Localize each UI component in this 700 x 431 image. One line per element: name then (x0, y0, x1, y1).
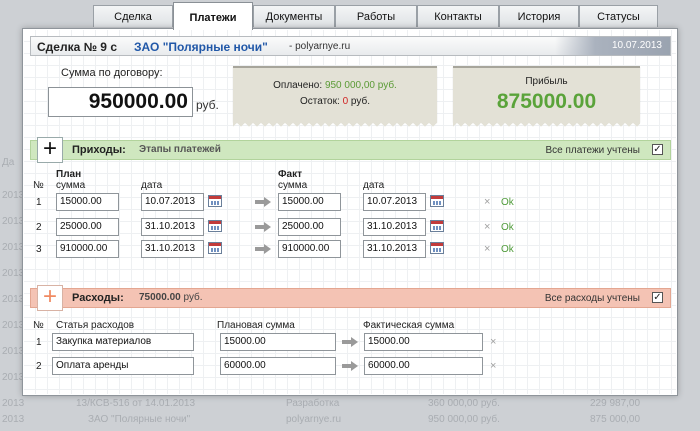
calendar-icon[interactable] (208, 220, 222, 232)
plan-date-input[interactable]: 10.07.2013 (141, 193, 204, 211)
income-title: Приходы: (72, 144, 126, 156)
tab-history[interactable]: История (499, 5, 579, 27)
profit-label: Прибыль (525, 76, 568, 87)
add-expense-button[interactable]: + (37, 285, 63, 311)
tab-contacts[interactable]: Контакты (417, 5, 499, 27)
paid-value: 950 000,00 руб. (324, 80, 397, 91)
actual-sum-header: Фактическая сумма (363, 320, 455, 331)
fact-sum-header: сумма (278, 180, 308, 191)
add-income-button[interactable]: + (37, 137, 63, 163)
contract-sum-label: Сумма по договору: (61, 67, 163, 79)
calendar-icon[interactable] (430, 195, 444, 207)
plan-date-input[interactable]: 31.10.2013 (141, 240, 204, 258)
planned-sum-input[interactable]: 15000.00 (220, 333, 336, 351)
bg-label: 2013 (2, 414, 25, 425)
tab-statuses[interactable]: Статусы (579, 5, 658, 27)
income-section-bar: Приходы: Этапы платежей Все платежи учте… (30, 140, 671, 160)
tab-payments[interactable]: Платежи (173, 2, 253, 30)
tab-works[interactable]: Работы (335, 5, 417, 27)
income-row-num: 1 (36, 197, 42, 208)
delete-icon[interactable]: × (484, 243, 490, 255)
actual-sum-input[interactable]: 15000.00 (364, 333, 483, 351)
all-payments-label: Все платежи учтены (545, 145, 640, 156)
all-expenses-label: Все расходы учтены (544, 293, 640, 304)
all-payments-checkbox[interactable]: ✓ (652, 144, 663, 155)
arrow-right-icon[interactable] (255, 244, 271, 254)
calendar-icon[interactable] (208, 195, 222, 207)
delete-icon[interactable]: × (490, 360, 496, 372)
income-num-header: № (33, 180, 44, 191)
ok-button[interactable]: Ok (501, 222, 514, 233)
expense-row-num: 2 (36, 361, 42, 372)
deal-title: Сделка № 9 с (37, 40, 117, 54)
planned-sum-input[interactable]: 60000.00 (220, 357, 336, 375)
expense-item-header: Статья расходов (56, 320, 135, 331)
expenses-title: Расходы: (72, 292, 124, 304)
calendar-icon[interactable] (430, 242, 444, 254)
expense-item-input[interactable]: Закупка материалов (52, 333, 194, 351)
expenses-total: 75000.00 руб. (139, 292, 203, 303)
paid-label: Оплачено: (273, 80, 323, 91)
planned-sum-header: Плановая сумма (217, 320, 295, 331)
calendar-icon[interactable] (208, 242, 222, 254)
fact-date-input[interactable]: 10.07.2013 (363, 193, 426, 211)
client-link[interactable]: ЗАО "Полярные ночи" (134, 40, 268, 54)
fact-sum-input[interactable]: 910000.00 (278, 240, 341, 258)
actual-sum-input[interactable]: 60000.00 (364, 357, 483, 375)
expenses-num-header: № (33, 320, 44, 331)
income-row-num: 3 (36, 244, 42, 255)
all-expenses-checkbox[interactable]: ✓ (652, 292, 663, 303)
fact-date-input[interactable]: 31.10.2013 (363, 218, 426, 236)
delete-icon[interactable]: × (484, 196, 490, 208)
deal-header: Сделка № 9 с ЗАО "Полярные ночи" - polya… (30, 36, 671, 56)
profit-note: Прибыль 875000.00 (453, 66, 640, 128)
income-subtitle: Этапы платежей (139, 144, 221, 155)
delete-icon[interactable]: × (484, 221, 490, 233)
expenses-total-currency: руб. (183, 292, 203, 303)
remaining-label: Остаток: (300, 96, 340, 107)
client-site: - polyarnye.ru (289, 41, 351, 52)
plan-sum-input[interactable]: 910000.00 (56, 240, 119, 258)
plan-date-header: дата (141, 180, 163, 191)
contract-sum-currency: руб. (196, 98, 219, 112)
fact-header: Факт (278, 169, 302, 180)
tab-deal[interactable]: Сделка (93, 5, 173, 27)
fact-date-input[interactable]: 31.10.2013 (363, 240, 426, 258)
bg-label: 2013 (2, 398, 25, 409)
profit-value: 875000.00 (496, 90, 597, 113)
ok-button[interactable]: Ok (501, 197, 514, 208)
calendar-icon[interactable] (430, 220, 444, 232)
fact-sum-input[interactable]: 15000.00 (278, 193, 341, 211)
contract-sum-field[interactable]: 950000.00 (48, 87, 193, 117)
plan-header: План (56, 169, 82, 180)
expense-row-num: 1 (36, 337, 42, 348)
arrow-right-icon[interactable] (255, 222, 271, 232)
arrow-right-icon[interactable] (342, 337, 358, 347)
delete-icon[interactable]: × (490, 336, 496, 348)
fact-sum-input[interactable]: 25000.00 (278, 218, 341, 236)
remaining-value: 0 (342, 96, 349, 107)
paid-summary-note: Оплачено: 950 000,00 руб. Остаток: 0 руб… (233, 66, 437, 128)
fact-date-header: дата (363, 180, 385, 191)
tab-bar: Сделка Платежи Документы Работы Контакты… (93, 2, 658, 30)
expense-item-input[interactable]: Оплата аренды (52, 357, 194, 375)
arrow-right-icon[interactable] (342, 361, 358, 371)
plan-sum-input[interactable]: 15000.00 (56, 193, 119, 211)
expenses-total-value: 75000.00 (139, 292, 181, 303)
income-row-num: 2 (36, 222, 42, 233)
plan-sum-input[interactable]: 25000.00 (56, 218, 119, 236)
expenses-section-bar: Расходы: 75000.00 руб. Все расходы учтен… (30, 288, 671, 308)
ok-button[interactable]: Ok (501, 244, 514, 255)
plan-date-input[interactable]: 31.10.2013 (141, 218, 204, 236)
deal-date: 10.07.2013 (555, 37, 670, 55)
payments-panel: Сделка № 9 с ЗАО "Полярные ночи" - polya… (22, 28, 678, 396)
arrow-right-icon[interactable] (255, 197, 271, 207)
plan-sum-header: сумма (56, 180, 86, 191)
remaining-currency: руб. (350, 96, 370, 107)
tab-documents[interactable]: Документы (253, 5, 335, 27)
